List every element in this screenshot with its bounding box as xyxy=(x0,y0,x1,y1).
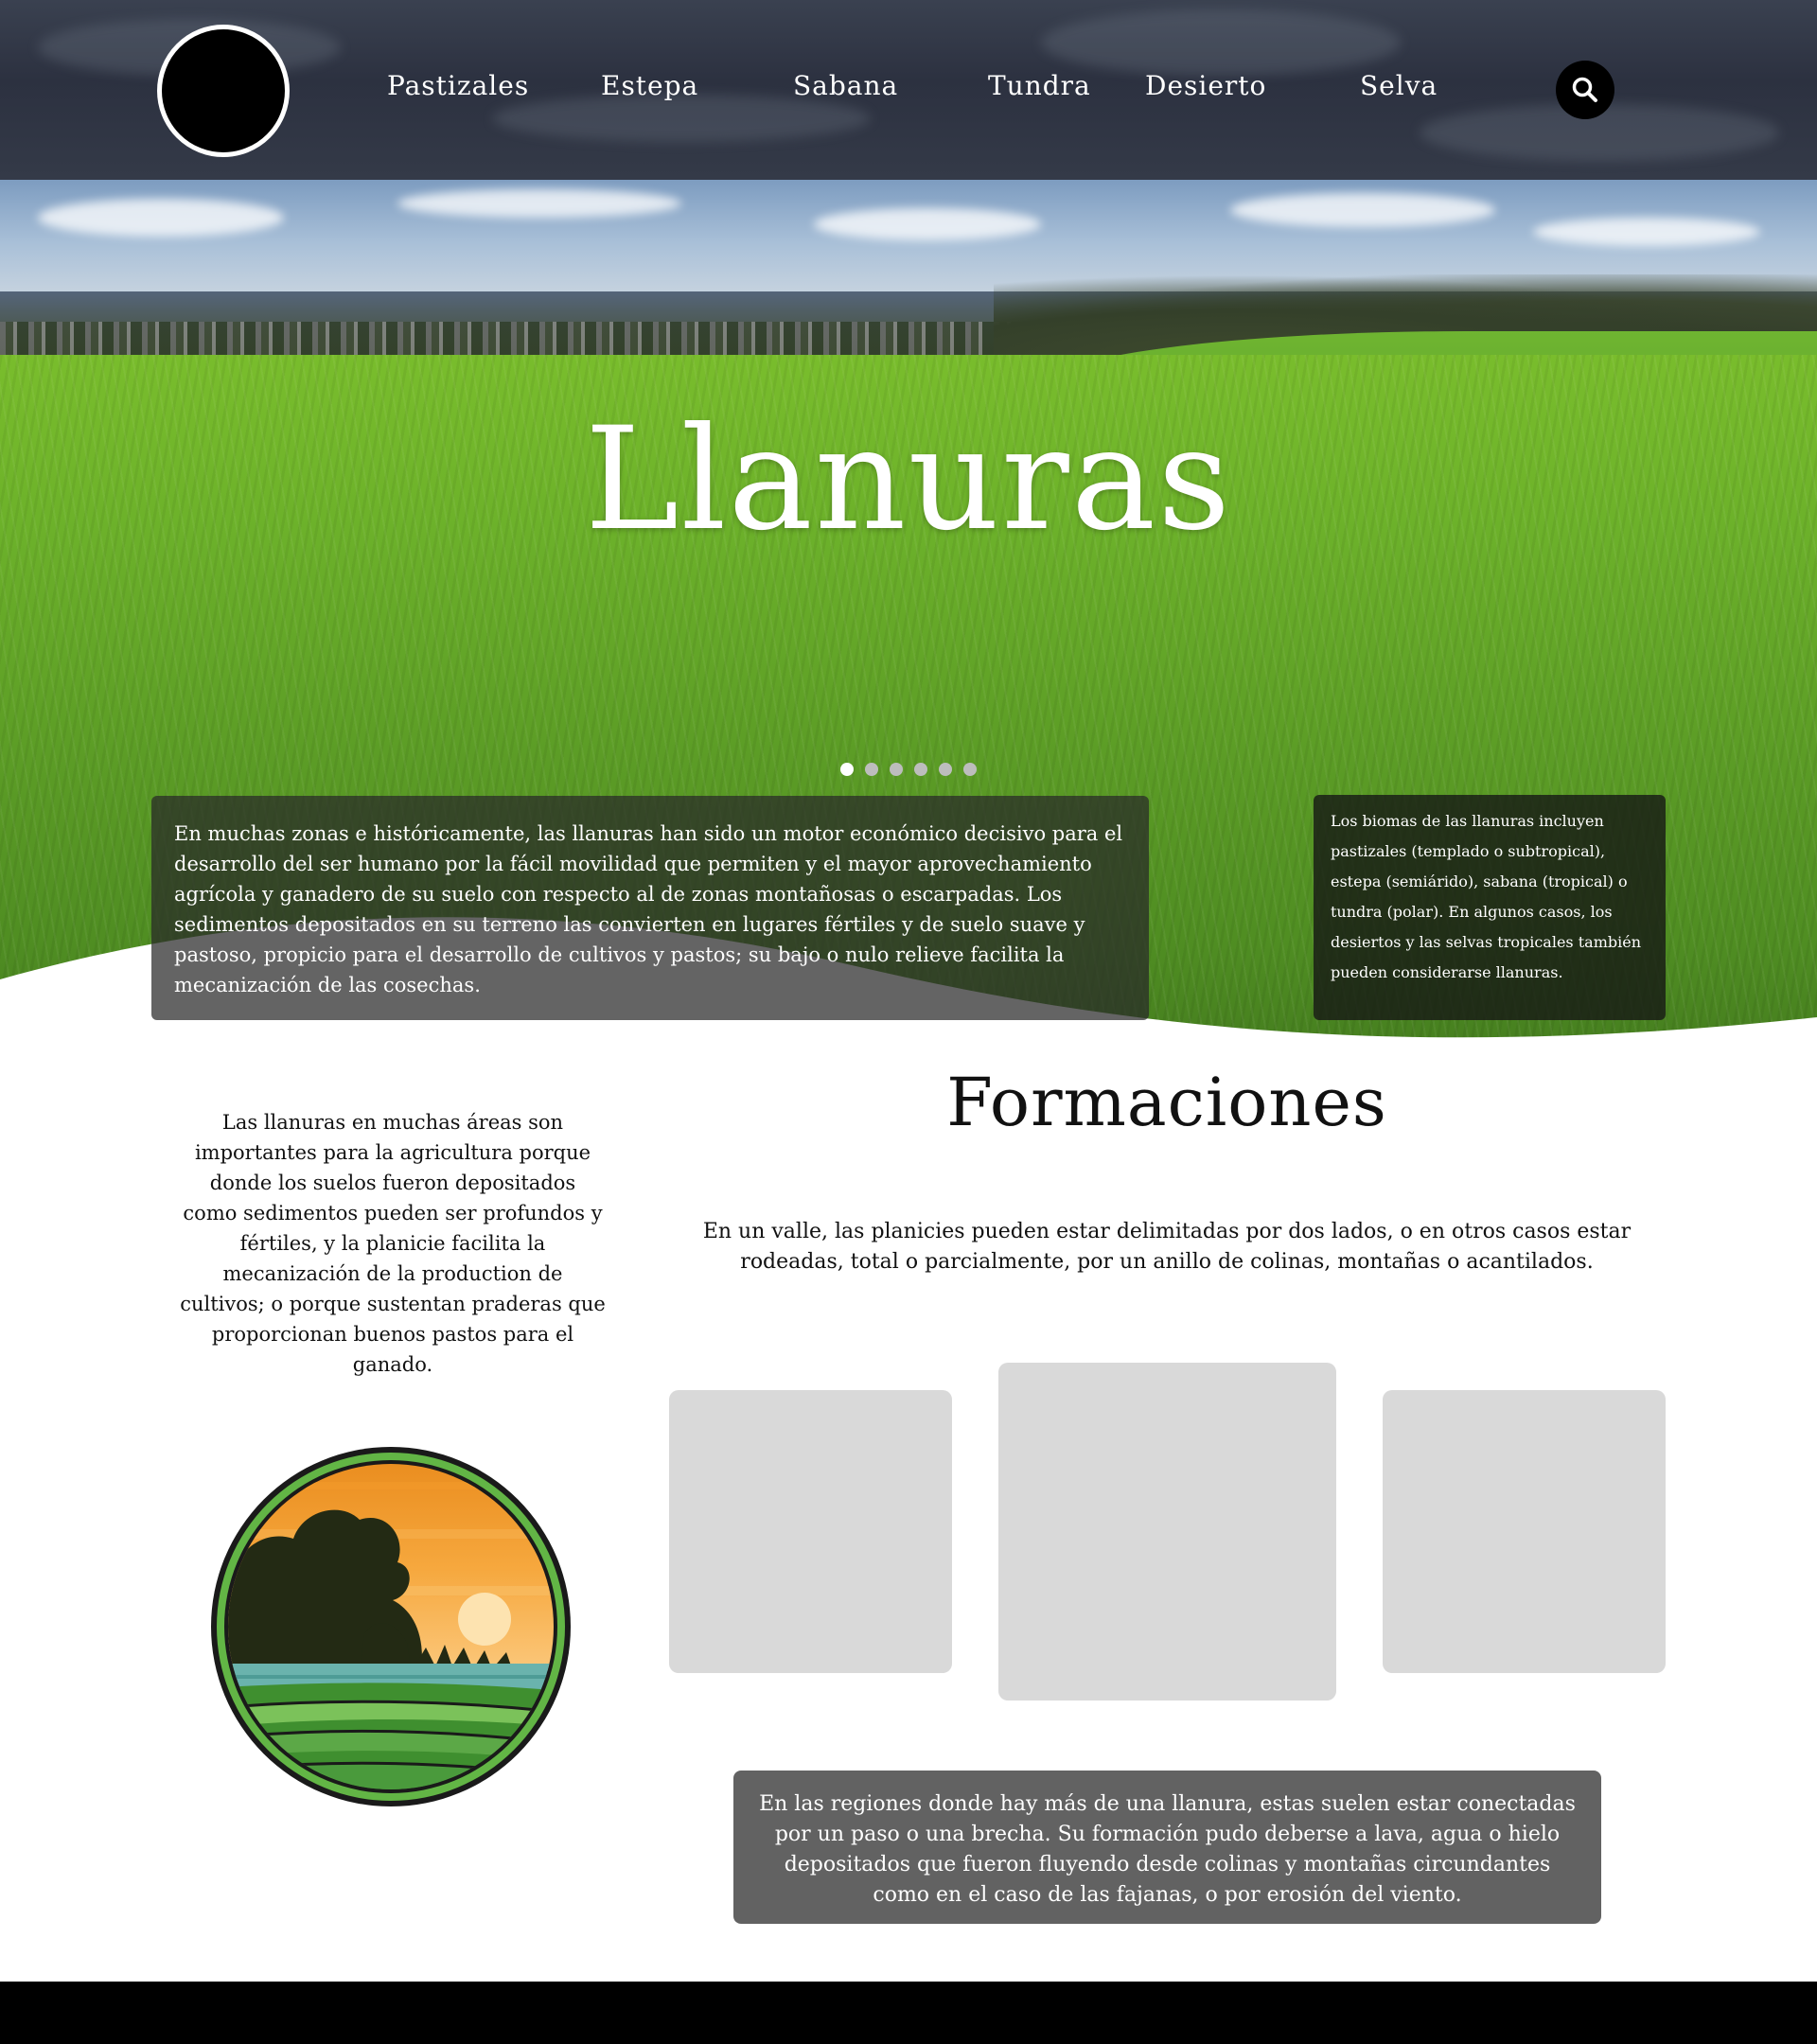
nav-item-tundra[interactable]: Tundra xyxy=(988,70,1091,101)
formation-image-placeholder xyxy=(1383,1390,1666,1673)
nav-item-estepa[interactable]: Estepa xyxy=(601,70,698,101)
header-cloud xyxy=(492,95,871,142)
hero-info-card-left: En muchas zonas e históricamente, las ll… xyxy=(151,796,1149,1020)
carousel-dot[interactable] xyxy=(963,763,977,776)
nav-item-selva[interactable]: Selva xyxy=(1360,70,1438,101)
sky-cloud xyxy=(397,189,681,218)
formation-image-placeholder xyxy=(998,1363,1336,1700)
sky-cloud xyxy=(814,208,1041,240)
carousel-dot[interactable] xyxy=(914,763,927,776)
site-footer xyxy=(0,1982,1817,2044)
carousel-dot[interactable] xyxy=(890,763,903,776)
hero-town xyxy=(0,322,1041,360)
nav-item-sabana[interactable]: Sabana xyxy=(793,70,898,101)
search-icon xyxy=(1572,77,1597,102)
site-logo[interactable] xyxy=(157,25,290,157)
sky-cloud xyxy=(1533,218,1760,246)
hero-info-card-right: Los biomas de las llanuras incluyen past… xyxy=(1314,795,1666,1020)
nav-item-pastizales[interactable]: Pastizales xyxy=(387,70,529,101)
formation-image-placeholder xyxy=(669,1390,952,1673)
section-title: Formaciones xyxy=(946,1064,1387,1141)
hero-title: Llanuras xyxy=(584,397,1233,562)
carousel-dot[interactable] xyxy=(939,763,952,776)
plains-landscape-emblem-icon xyxy=(211,1447,571,1806)
section-description: En un valle, las planicies pueden estar … xyxy=(702,1220,1632,1274)
site-header: Pastizales Estepa Sabana Tundra Desierto… xyxy=(0,0,1817,180)
search-button[interactable] xyxy=(1556,61,1614,119)
agriculture-paragraph: Las llanuras en muchas áreas son importa… xyxy=(180,1111,606,1376)
nav-item-desierto[interactable]: Desierto xyxy=(1145,70,1266,101)
header-cloud xyxy=(1041,9,1401,76)
carousel-dot[interactable] xyxy=(865,763,878,776)
formation-info-card: En las regiones donde hay más de una lla… xyxy=(733,1771,1601,1924)
carousel-dot[interactable] xyxy=(840,763,854,776)
sky-cloud xyxy=(38,199,284,237)
sky-cloud xyxy=(1230,193,1495,227)
